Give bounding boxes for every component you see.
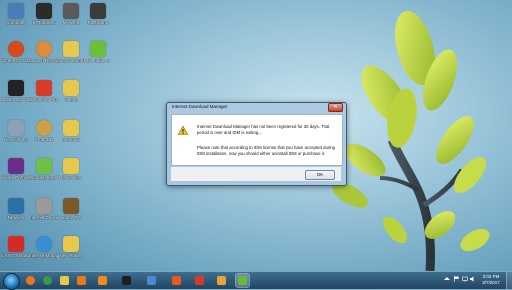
dialog-titlebar[interactable]: Internet Download Manager ✕ — [167, 103, 346, 112]
web-icon — [63, 3, 79, 19]
taskbar-file-explorer[interactable] — [58, 274, 71, 287]
desktop-icon-video[interactable]: VIDEO BO Video C — [1, 80, 31, 102]
desktop-icon-faststone[interactable]: FastStone — [84, 3, 112, 25]
recycle-bin-icon — [8, 120, 24, 136]
desktop-icon-webm[interactable]: dw_riddle_jr — [84, 41, 112, 63]
desktop-icon-recycle-bin[interactable]: Recycle Bin — [2, 120, 30, 142]
paint-icon — [147, 276, 156, 285]
desktop-icon-computer[interactable]: Computer — [2, 3, 30, 25]
desktop-icon-proto[interactable]: Proto DD — [30, 120, 58, 142]
desktop-icon-wondershare[interactable]: Wondershare Photo — [29, 158, 59, 180]
desktop-icon-my-web[interactable]: My Web — [57, 3, 85, 25]
disc-icon — [36, 120, 52, 136]
folder-icon — [63, 80, 79, 96]
k7-icon — [122, 276, 131, 285]
tray-arrow-icon[interactable] — [444, 276, 450, 282]
desktop-icon-adobe-fw[interactable]: adobe FW — [57, 198, 85, 220]
folder-icon — [63, 158, 79, 174]
desktop-icon-office-files[interactable]: office files — [57, 158, 85, 180]
desktop-icon-network[interactable]: Network — [2, 198, 30, 220]
volume-icon[interactable] — [470, 276, 476, 282]
desktop-icon-idm[interactable]: Internet Download — [29, 198, 59, 220]
taskbar-paint[interactable] — [145, 274, 158, 287]
dialog-message-license: Please note that according to IDM licens… — [197, 145, 336, 156]
taskbar-app-orange[interactable] — [170, 274, 183, 287]
desktop-icon-k7[interactable]: K7TotalSec — [30, 3, 58, 25]
close-button[interactable]: ✕ — [328, 103, 343, 112]
dialog-message-trial: Internet Download Manager has not been r… — [197, 124, 330, 135]
taskbar-idm[interactable] — [236, 274, 249, 287]
desktop-icon-recovery[interactable]: Launch Recovery — [29, 41, 59, 63]
dialog-footer: OK — [171, 167, 341, 181]
photo-icon — [36, 158, 52, 174]
desktop-icon-videos[interactable]: videos — [57, 80, 85, 102]
app-icon — [172, 276, 181, 285]
media-player-icon — [77, 276, 86, 285]
dialog-body: Internet Download Manager has not been r… — [171, 114, 343, 166]
taskbar-firefox[interactable] — [24, 274, 37, 287]
file-icon — [63, 41, 79, 57]
globe-icon — [36, 236, 52, 252]
premiere-icon — [8, 158, 24, 174]
clock-date: 3/7/2017 — [482, 280, 500, 285]
desktop-icon-internet-manager[interactable]: Internet Manager — [29, 236, 59, 258]
taskbar-chrome[interactable] — [41, 274, 54, 287]
clevertop-icon — [36, 80, 52, 96]
video-icon — [8, 80, 24, 96]
casio-icon — [8, 236, 24, 252]
folder-icon — [63, 120, 79, 136]
taskbar-vlc[interactable] — [96, 274, 109, 287]
desktop-icon-clevertop[interactable]: CleverTop Pro — [30, 80, 58, 102]
folder-icon — [60, 276, 69, 285]
taskbar-app-red[interactable] — [193, 274, 206, 287]
taskbar-k7[interactable] — [120, 274, 133, 287]
screenshot-icon — [8, 41, 24, 57]
dialog-title: Internet Download Manager — [172, 104, 228, 109]
firefox-icon — [26, 276, 35, 285]
desktop-icon-new-folder[interactable]: New Folder — [57, 236, 85, 258]
desktop-icon-premiere[interactable]: Adobe Premiere Pr — [1, 158, 31, 180]
vlc-icon — [98, 276, 107, 285]
idm-icon — [238, 276, 247, 285]
show-desktop-button[interactable] — [506, 272, 512, 289]
folder-icon — [63, 236, 79, 252]
network-icon — [8, 198, 24, 214]
taskbar: 2:02 PM 3/7/2017 — [0, 271, 512, 290]
desktop-icon-screenshot[interactable]: Screenshot Gnome — [1, 41, 31, 63]
app-icon — [217, 276, 226, 285]
film-icon — [63, 198, 79, 214]
download-icon — [36, 198, 52, 214]
k7-icon — [36, 3, 52, 19]
desktop-icon-mouse-record[interactable]: mouse record — [57, 41, 85, 63]
taskbar-app-square[interactable] — [215, 274, 228, 287]
warning-icon — [178, 126, 188, 135]
network-icon[interactable] — [462, 276, 468, 282]
desktop-icon-casio[interactable]: CASIO Manager — [1, 236, 31, 258]
app-icon — [195, 276, 204, 285]
flag-icon[interactable] — [453, 276, 459, 282]
play-icon — [90, 41, 106, 57]
start-button[interactable] — [3, 273, 20, 290]
taskbar-media-player[interactable] — [75, 274, 88, 287]
ok-button[interactable]: OK — [305, 170, 335, 180]
chrome-icon — [43, 276, 52, 285]
idm-registration-dialog: Internet Download Manager ✕ Internet Dow… — [166, 102, 347, 186]
clock[interactable]: 2:02 PM 3/7/2017 — [478, 274, 504, 286]
desktop-icon-personal[interactable]: personal — [57, 120, 85, 142]
faststone-icon — [90, 3, 106, 19]
recovery-icon — [36, 41, 52, 57]
computer-icon — [8, 3, 24, 19]
